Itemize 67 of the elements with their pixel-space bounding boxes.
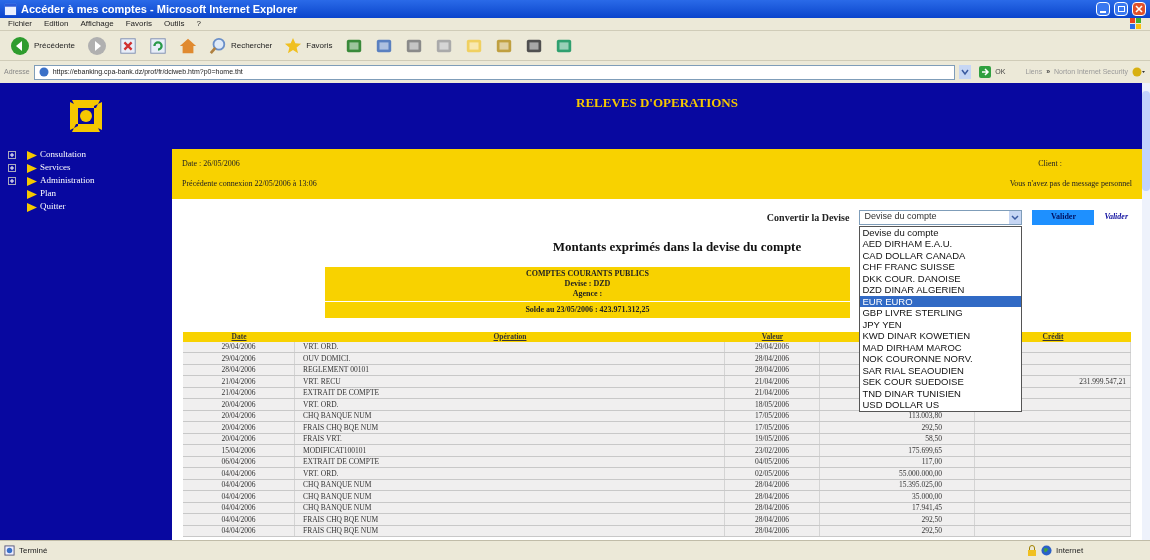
- last-login-text: Précédente connexion 22/05/2006 à 13:06: [182, 178, 317, 190]
- page-title: RELEVES D'OPERATIONS: [576, 94, 738, 112]
- dropdown-option[interactable]: AED DIRHAM E.A.U.: [860, 238, 1022, 250]
- dropdown-option[interactable]: EUR EURO: [860, 295, 1022, 307]
- dropdown-option[interactable]: SAR RIAL SEAOUDIEN: [860, 364, 1022, 376]
- stop-icon: [118, 36, 137, 55]
- zone-text: Internet: [1056, 544, 1085, 557]
- dropdown-option[interactable]: TND DINAR TUNISIEN: [860, 387, 1022, 399]
- home-icon: [178, 36, 197, 55]
- sidebar-link[interactable]: Administration: [27, 174, 95, 188]
- page-icon: [38, 67, 49, 77]
- sidebar-link[interactable]: Services: [27, 161, 71, 175]
- dropdown-option[interactable]: JPY YEN: [860, 318, 1022, 330]
- validate-link[interactable]: Valider: [1104, 211, 1128, 223]
- sidebar-link[interactable]: Consultation: [27, 148, 86, 162]
- expand-icon[interactable]: [8, 177, 16, 185]
- dropdown-option[interactable]: MAD DIRHAM MAROC: [860, 341, 1022, 353]
- window-title: Accéder à mes comptes - Microsoft Internet Explorer: [21, 1, 299, 17]
- client-label: Client :: [1038, 158, 1062, 170]
- currency-heading: Montants exprimés dans la devise du compte: [552, 238, 802, 256]
- sidebar-link[interactable]: Quitter: [27, 200, 66, 214]
- scrollbar[interactable]: [1142, 83, 1150, 540]
- maximize-button[interactable]: [1114, 2, 1128, 16]
- dropdown-option[interactable]: DKK COUR. DANOISE: [860, 272, 1022, 284]
- currency-select[interactable]: Devise du compte: [859, 209, 1023, 225]
- sidebar-link[interactable]: Plan: [27, 187, 56, 201]
- windows-logo-icon: [1130, 18, 1142, 30]
- menu-item[interactable]: ?: [196, 18, 201, 30]
- globe-icon: [1041, 545, 1052, 556]
- search-icon: [208, 36, 227, 55]
- dropdown-option[interactable]: KWD DINAR KOWETIEN: [860, 330, 1022, 342]
- status-text: Terminé: [19, 544, 49, 557]
- menu-item[interactable]: Fichier: [8, 18, 32, 30]
- star-icon: [284, 36, 303, 55]
- dropdown-option[interactable]: DZD DINAR ALGERIEN: [860, 284, 1022, 296]
- account-currency: Devise : DZD: [564, 278, 611, 289]
- convert-label: Convertir la Devise: [766, 210, 850, 225]
- balance-text: Solde au 23/05/2006 : 423.971.312,25: [525, 303, 650, 316]
- norton-icon[interactable]: [1132, 67, 1146, 77]
- account-name: COMPTES COURANTS PUBLICS: [525, 268, 650, 279]
- padlock-icon: [1027, 545, 1037, 556]
- menu-item[interactable]: Affichage: [80, 18, 114, 30]
- minimize-button[interactable]: [1096, 2, 1110, 16]
- dropdown-option[interactable]: Devise du compte: [860, 226, 1022, 238]
- toolbar-button[interactable]: Rechercher: [206, 36, 275, 55]
- go-arrow-icon: [979, 66, 992, 78]
- message-text: Vous n'avez pas de message personnel: [1009, 178, 1132, 190]
- date-text: Date : 26/05/2006: [182, 158, 241, 170]
- menu-item[interactable]: Edition: [44, 18, 69, 30]
- dropdown-option[interactable]: GBP LIVRE STERLING: [860, 307, 1022, 319]
- refresh-icon: [148, 36, 167, 55]
- account-agency: Agence :: [572, 288, 603, 299]
- menu-item[interactable]: Favoris: [125, 18, 152, 30]
- dropdown-option[interactable]: USD DOLLAR US: [860, 399, 1022, 411]
- close-button[interactable]: [1132, 2, 1146, 16]
- menu-item[interactable]: Outils: [163, 18, 185, 30]
- dropdown-option[interactable]: SEK COUR SUEDOISE: [860, 376, 1022, 388]
- validate-button[interactable]: Valider: [1032, 209, 1095, 225]
- browser-icon: [4, 2, 17, 16]
- toolbar-button[interactable]: Précédente: [8, 35, 77, 56]
- expand-icon[interactable]: [8, 164, 16, 172]
- dropdown-option[interactable]: NOK COURONNE NORV.: [860, 353, 1022, 365]
- dropdown-option[interactable]: CHF FRANC SUISSE: [860, 261, 1022, 273]
- page-done-icon: [4, 545, 15, 556]
- toolbar-button[interactable]: Favoris: [282, 36, 335, 55]
- expand-icon[interactable]: [8, 151, 16, 159]
- dropdown-option[interactable]: CAD DOLLAR CANADA: [860, 249, 1022, 261]
